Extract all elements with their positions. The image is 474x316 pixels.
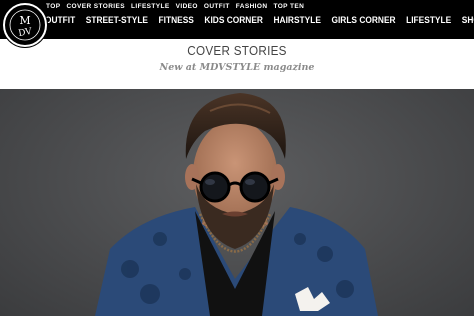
mdv-monogram-icon: M DV <box>9 9 41 41</box>
primary-nav: OUTFIT STREET-STYLE FITNESS KIDS CORNER … <box>45 15 474 26</box>
secondary-nav: TOP COVER STORIES LIFESTYLE VIDEO OUTFIT… <box>46 3 304 10</box>
hero-portrait-illustration <box>95 93 378 316</box>
nav-lifestyle-small[interactable]: LIFESTYLE <box>131 3 170 10</box>
nav-fitness[interactable]: FITNESS <box>159 15 194 26</box>
nav-lifestyle[interactable]: LIFESTYLE <box>406 15 451 26</box>
nav-girls-corner[interactable]: GIRLS CORNER <box>331 15 395 26</box>
nav-kids-corner[interactable]: KIDS CORNER <box>204 15 263 26</box>
page-header: COVER STORIES New at MDVSTYLE magazine <box>0 39 474 89</box>
nav-hairstyle[interactable]: HAIRSTYLE <box>274 15 321 26</box>
top-navigation-bar: TOP COVER STORIES LIFESTYLE VIDEO OUTFIT… <box>0 0 474 39</box>
page-subtitle: New at MDVSTYLE magazine <box>159 62 315 73</box>
nav-outfit-small[interactable]: OUTFIT <box>204 3 230 10</box>
nav-street-style[interactable]: STREET-STYLE <box>86 15 148 26</box>
nav-top[interactable]: TOP <box>46 3 60 10</box>
page-title: COVER STORIES <box>187 43 287 58</box>
site-logo[interactable]: M DV <box>3 3 47 47</box>
nav-fashion[interactable]: FASHION <box>236 3 268 10</box>
svg-text:M: M <box>19 14 30 27</box>
hero-image[interactable] <box>0 89 474 316</box>
nav-shop[interactable]: SHOP <box>462 15 474 26</box>
nav-outfit[interactable]: OUTFIT <box>45 15 75 26</box>
nav-cover-stories[interactable]: COVER STORIES <box>66 3 125 10</box>
nav-top-ten[interactable]: TOP TEN <box>273 3 304 10</box>
nav-video[interactable]: VIDEO <box>176 3 198 10</box>
svg-text:DV: DV <box>18 27 34 39</box>
